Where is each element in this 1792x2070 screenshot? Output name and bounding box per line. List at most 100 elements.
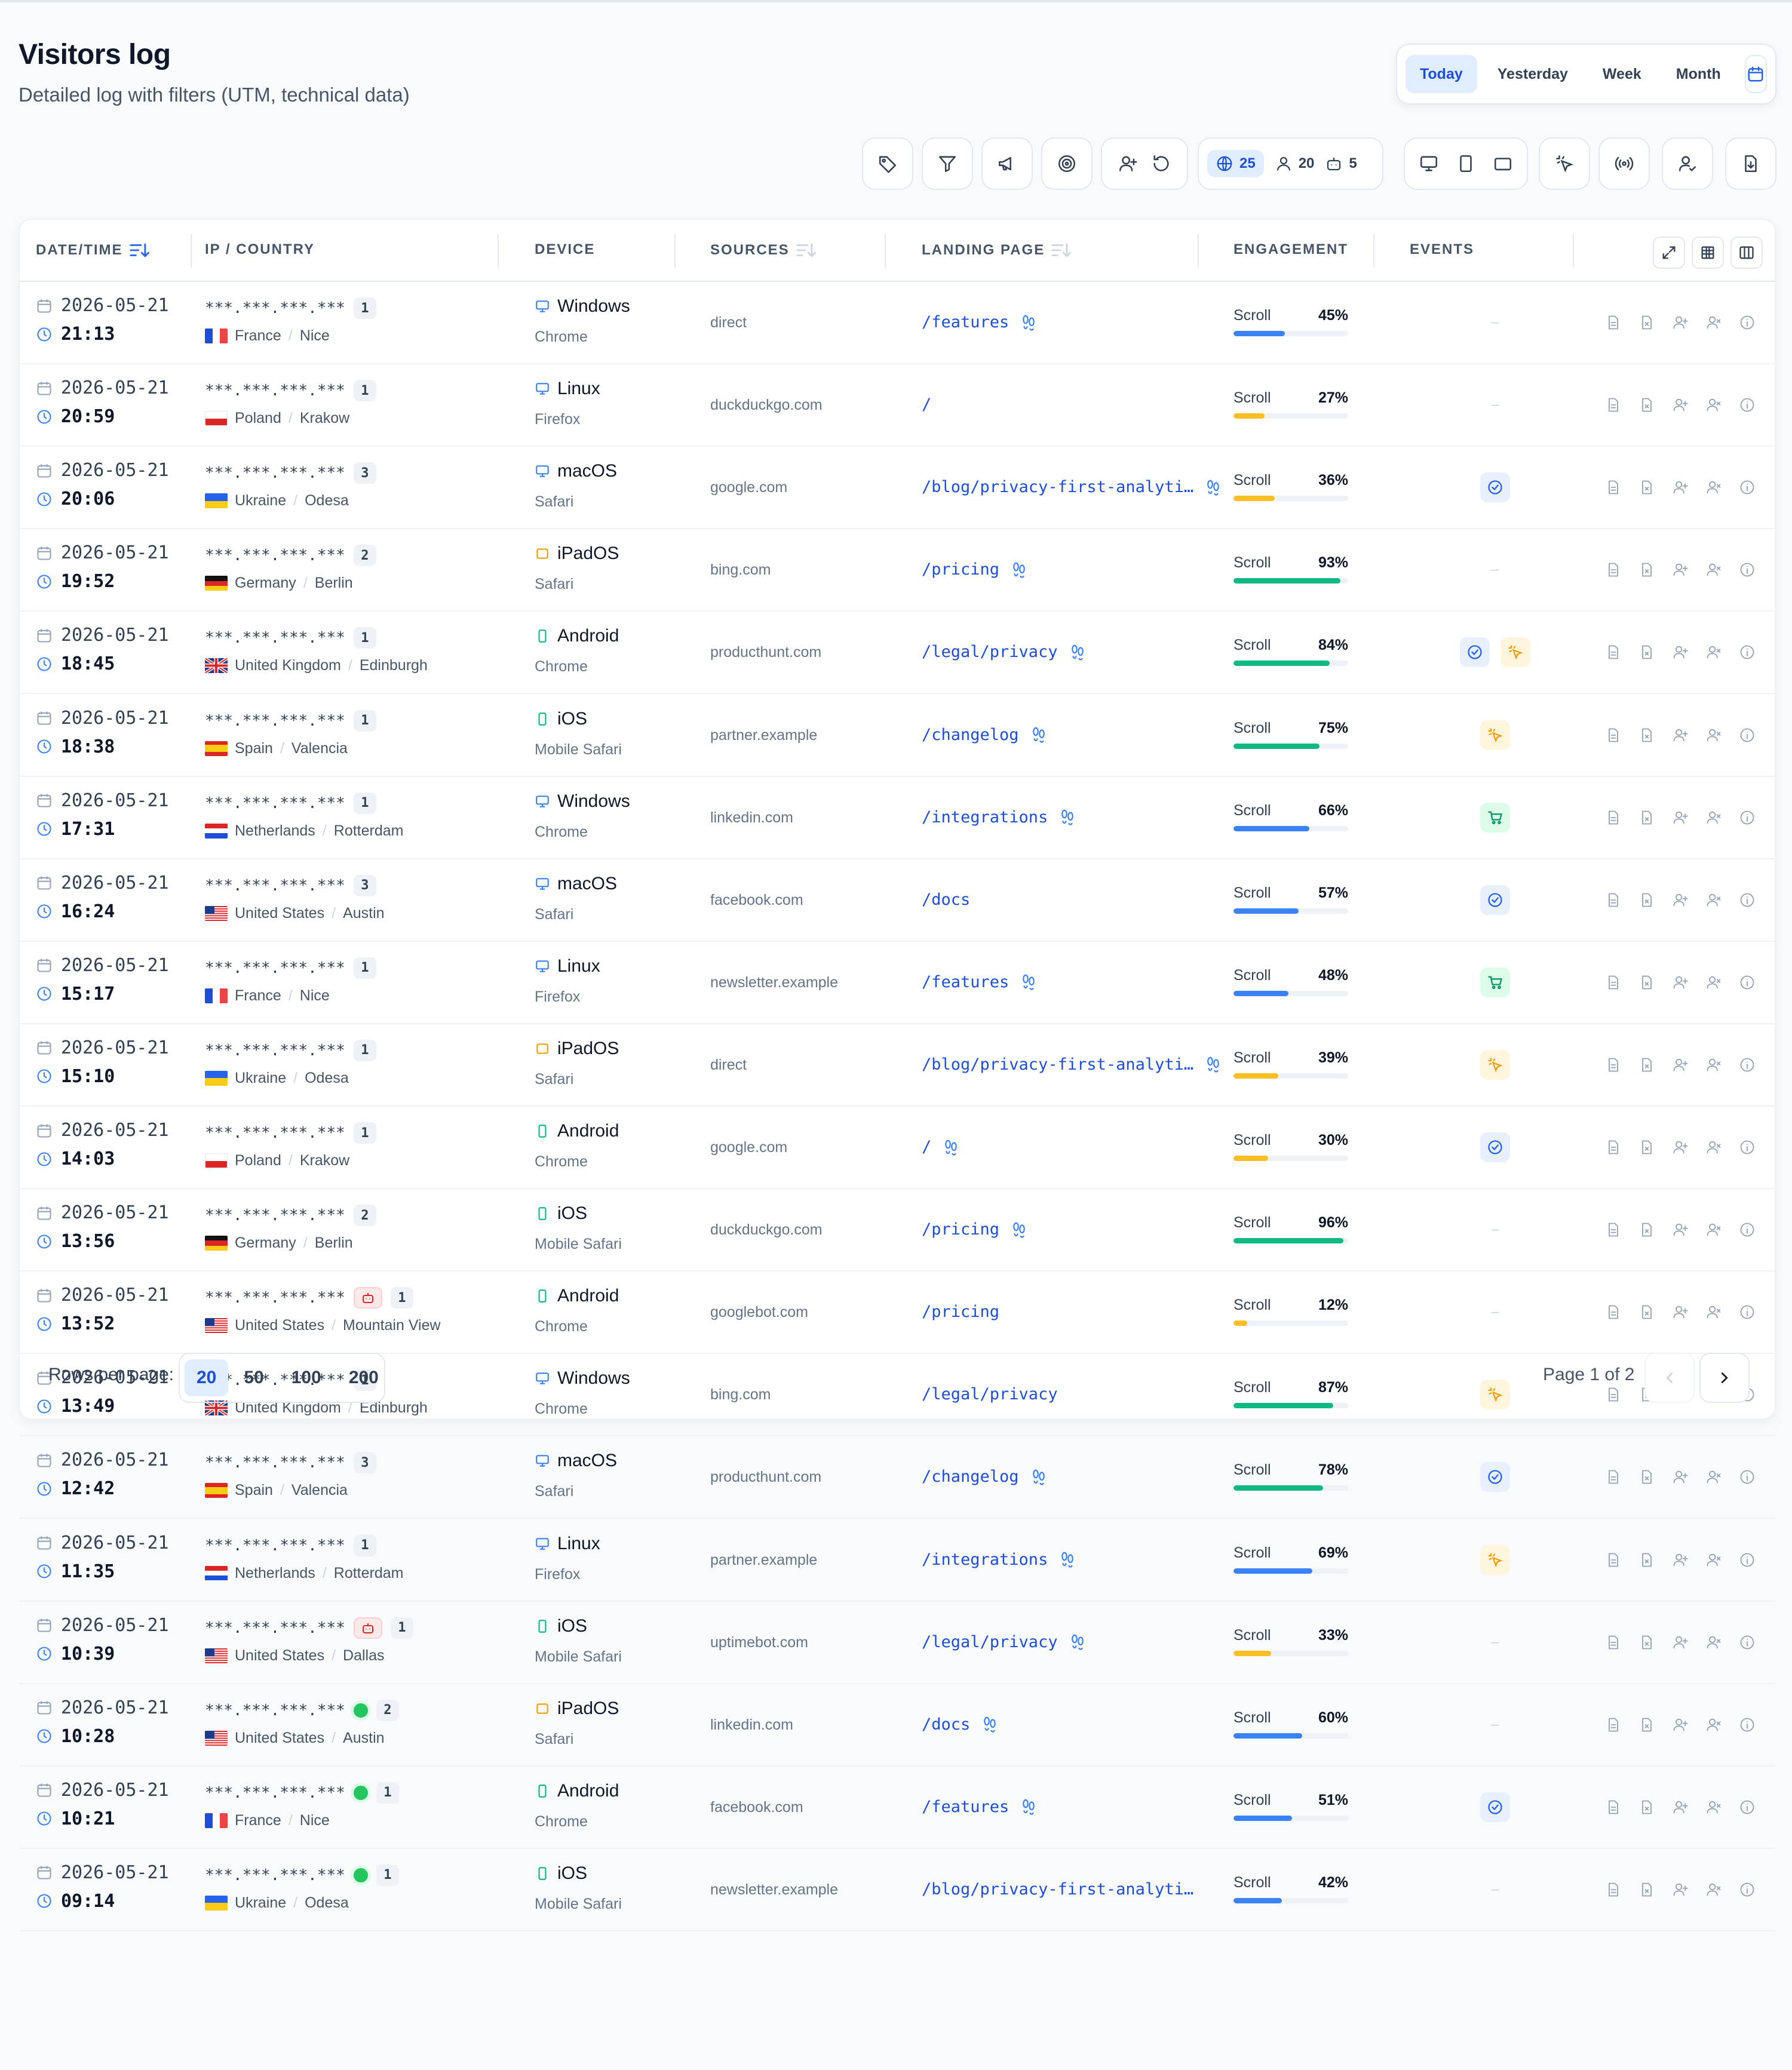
landing-page-link[interactable]: /pricing <box>922 560 1028 579</box>
page-x-icon[interactable] <box>1638 1057 1655 1073</box>
page-details-icon[interactable] <box>1605 1221 1622 1238</box>
landing-page-link[interactable]: /docs <box>922 890 970 909</box>
landing-page-link[interactable]: /pricing <box>922 1220 1028 1239</box>
page-x-icon[interactable] <box>1638 561 1655 578</box>
rows-200-button[interactable]: 200 <box>337 1359 391 1396</box>
page-x-icon[interactable] <box>1638 397 1655 413</box>
user-plus-icon[interactable] <box>1672 809 1689 826</box>
event-click-badge[interactable] <box>1480 1049 1510 1080</box>
user-plus-icon[interactable] <box>1118 153 1138 174</box>
range-week-button[interactable]: Week <box>1588 55 1656 93</box>
user-x-icon[interactable] <box>1705 1221 1722 1238</box>
page-x-icon[interactable] <box>1638 1881 1655 1898</box>
info-icon[interactable] <box>1739 314 1756 331</box>
table-row[interactable]: 2026-05-21 10:21 ***.***.***.*** 1 France… <box>20 1767 1775 1849</box>
info-icon[interactable] <box>1739 1304 1756 1320</box>
user-plus-icon[interactable] <box>1672 1304 1689 1320</box>
page-x-icon[interactable] <box>1638 1552 1655 1568</box>
table-row[interactable]: 2026-05-21 14:03 ***.***.***.*** 1 Poland… <box>20 1107 1775 1190</box>
page-details-icon[interactable] <box>1605 1057 1622 1073</box>
footsteps-icon[interactable] <box>1030 726 1048 744</box>
page-details-icon[interactable] <box>1605 892 1622 908</box>
table-row[interactable]: 2026-05-21 09:14 ***.***.***.*** 1 Ukrain… <box>20 1849 1775 1931</box>
info-icon[interactable] <box>1739 1634 1756 1651</box>
event-goal-badge[interactable] <box>1480 884 1510 915</box>
user-plus-icon[interactable] <box>1672 1057 1689 1073</box>
page-details-icon[interactable] <box>1605 1304 1622 1320</box>
table-row[interactable]: 2026-05-21 10:28 ***.***.***.*** 2 United… <box>20 1684 1775 1767</box>
page-details-icon[interactable] <box>1605 809 1622 826</box>
user-plus-icon[interactable] <box>1672 1221 1689 1238</box>
range-yesterday-button[interactable]: Yesterday <box>1483 55 1582 93</box>
table-row[interactable]: 2026-05-21 17:31 ***.***.***.*** 1 Nether… <box>20 777 1775 859</box>
table-row[interactable]: 2026-05-21 10:39 ***.***.***.*** 1 United… <box>20 1602 1775 1684</box>
event-goal-badge[interactable] <box>1480 1462 1510 1492</box>
info-icon[interactable] <box>1739 479 1756 496</box>
table-row[interactable]: 2026-05-21 18:45 ***.***.***.*** 1 United… <box>20 612 1775 695</box>
rows-50-button[interactable]: 50 <box>232 1359 275 1396</box>
table-row[interactable]: 2026-05-21 19:52 ***.***.***.*** 2 German… <box>20 529 1775 612</box>
user-x-icon[interactable] <box>1705 809 1722 826</box>
page-x-icon[interactable] <box>1638 314 1655 331</box>
info-icon[interactable] <box>1739 1716 1756 1733</box>
user-plus-icon[interactable] <box>1672 727 1689 744</box>
footsteps-icon[interactable] <box>981 1715 999 1733</box>
event-click-badge[interactable] <box>1480 720 1510 750</box>
info-icon[interactable] <box>1739 1552 1756 1568</box>
refresh-icon[interactable] <box>1151 153 1171 174</box>
info-icon[interactable] <box>1739 809 1756 826</box>
user-plus-icon[interactable] <box>1672 397 1689 413</box>
page-x-icon[interactable] <box>1638 1221 1655 1238</box>
info-icon[interactable] <box>1739 1221 1756 1238</box>
page-details-icon[interactable] <box>1605 1469 1622 1485</box>
filter-button[interactable] <box>922 137 973 190</box>
landing-page-link[interactable]: /features <box>922 313 1038 331</box>
info-icon[interactable] <box>1739 1881 1756 1898</box>
user-plus-icon[interactable] <box>1672 561 1689 578</box>
landing-page-link[interactable]: /integrations <box>922 1550 1076 1569</box>
page-x-icon[interactable] <box>1638 974 1655 991</box>
footsteps-icon[interactable] <box>1020 1798 1038 1816</box>
info-icon[interactable] <box>1739 1139 1756 1156</box>
page-x-icon[interactable] <box>1638 479 1655 496</box>
table-row[interactable]: 2026-05-21 18:38 ***.***.***.*** 1 Spain /… <box>20 695 1775 777</box>
rows-20-button[interactable]: 20 <box>185 1359 229 1396</box>
footsteps-icon[interactable] <box>1010 1221 1028 1239</box>
landing-page-link[interactable]: /pricing <box>922 1303 999 1321</box>
landing-page-link[interactable]: /changelog <box>922 1467 1048 1486</box>
event-click-badge[interactable] <box>1480 1544 1510 1575</box>
user-x-icon[interactable] <box>1705 1716 1722 1733</box>
user-x-icon[interactable] <box>1705 892 1722 908</box>
expand-button[interactable] <box>1653 237 1685 269</box>
col-landing-header[interactable]: LANDING PAGE <box>922 241 1072 259</box>
landing-page-link[interactable]: /integrations <box>922 808 1076 827</box>
user-plus-icon[interactable] <box>1672 1716 1689 1733</box>
page-x-icon[interactable] <box>1638 1634 1655 1651</box>
landing-page-link[interactable]: / <box>922 1138 960 1156</box>
page-x-icon[interactable] <box>1638 809 1655 826</box>
page-details-icon[interactable] <box>1605 479 1622 496</box>
user-plus-icon[interactable] <box>1672 1881 1689 1898</box>
user-plus-icon[interactable] <box>1672 974 1689 991</box>
col-datetime-header[interactable]: DATE/TIME <box>36 241 149 259</box>
user-plus-icon[interactable] <box>1672 1634 1689 1651</box>
table-row[interactable]: 2026-05-21 11:35 ***.***.***.*** 1 Nether… <box>20 1519 1775 1602</box>
landing-page-link[interactable]: /docs <box>922 1715 999 1734</box>
footsteps-icon[interactable] <box>1058 808 1076 826</box>
page-details-icon[interactable] <box>1605 314 1622 331</box>
landing-page-link[interactable]: /changelog <box>922 726 1048 744</box>
table-row[interactable]: 2026-05-21 20:59 ***.***.***.*** 1 Poland… <box>20 364 1775 447</box>
page-x-icon[interactable] <box>1638 1139 1655 1156</box>
event-cart-badge[interactable] <box>1480 967 1510 997</box>
user-x-icon[interactable] <box>1705 1552 1722 1568</box>
table-row[interactable]: 2026-05-21 16:24 ***.***.***.*** 3 United… <box>20 859 1775 942</box>
table-row[interactable]: 2026-05-21 12:42 ***.***.***.*** 3 Spain /… <box>20 1436 1775 1519</box>
user-x-icon[interactable] <box>1705 727 1722 744</box>
columns-button[interactable] <box>1730 237 1763 269</box>
user-plus-icon[interactable] <box>1672 644 1689 661</box>
landing-page-link[interactable]: /features <box>922 1798 1038 1816</box>
footsteps-icon[interactable] <box>1010 561 1028 579</box>
landing-page-link[interactable]: /legal/privacy <box>922 1633 1087 1651</box>
table-row[interactable]: 2026-05-21 13:56 ***.***.***.*** 2 German… <box>20 1189 1775 1272</box>
export-button[interactable] <box>1725 137 1776 190</box>
